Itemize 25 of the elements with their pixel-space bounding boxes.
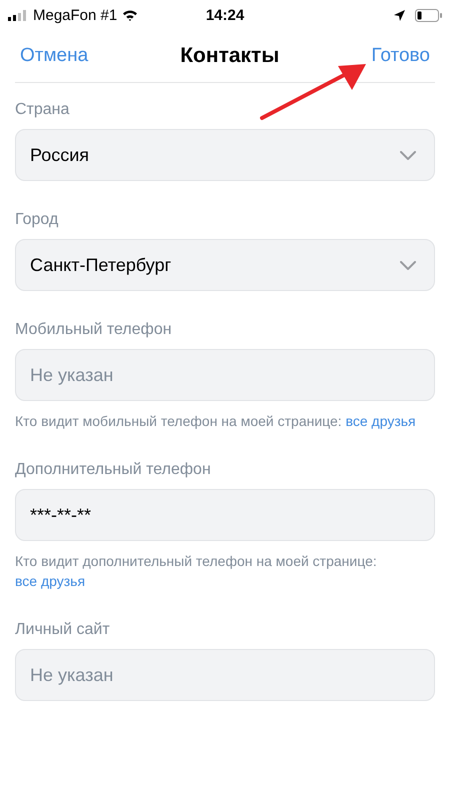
field-label: Дополнительный телефон [15,461,212,479]
input-field[interactable]: ***-**-** [15,489,435,541]
chevron-down-icon [400,260,416,270]
wifi-icon [122,9,138,21]
location-icon [394,10,405,20]
select-field[interactable]: Санкт-Петербург [15,239,435,291]
select-field[interactable]: Россия [15,129,435,181]
field-label: Мобильный телефон [15,321,173,339]
field-label: Личный сайт [15,621,111,639]
signal-icon [8,10,28,20]
status-time: 14:24 [206,6,244,24]
field-label: Страна [15,101,70,119]
chevron-down-icon [400,150,416,160]
input-field[interactable]: Не указан [15,649,435,701]
privacy-link[interactable]: все друзья [346,413,416,429]
privacy-link[interactable]: все друзья [15,573,86,589]
input-field[interactable]: Не указан [15,349,435,401]
done-button[interactable]: Готово [371,45,430,67]
field-label: Город [15,211,60,229]
carrier-name: MegaFon #1 [33,6,118,24]
cancel-button[interactable]: Отмена [20,45,88,67]
privacy-note: Кто видит мобильный телефон на моей странице: все друзья [15,412,417,431]
page-title: Контакты [180,44,280,68]
privacy-note: Кто видит дополнительный телефон на моей странице: все друзья [15,552,378,591]
battery-icon [415,8,442,22]
